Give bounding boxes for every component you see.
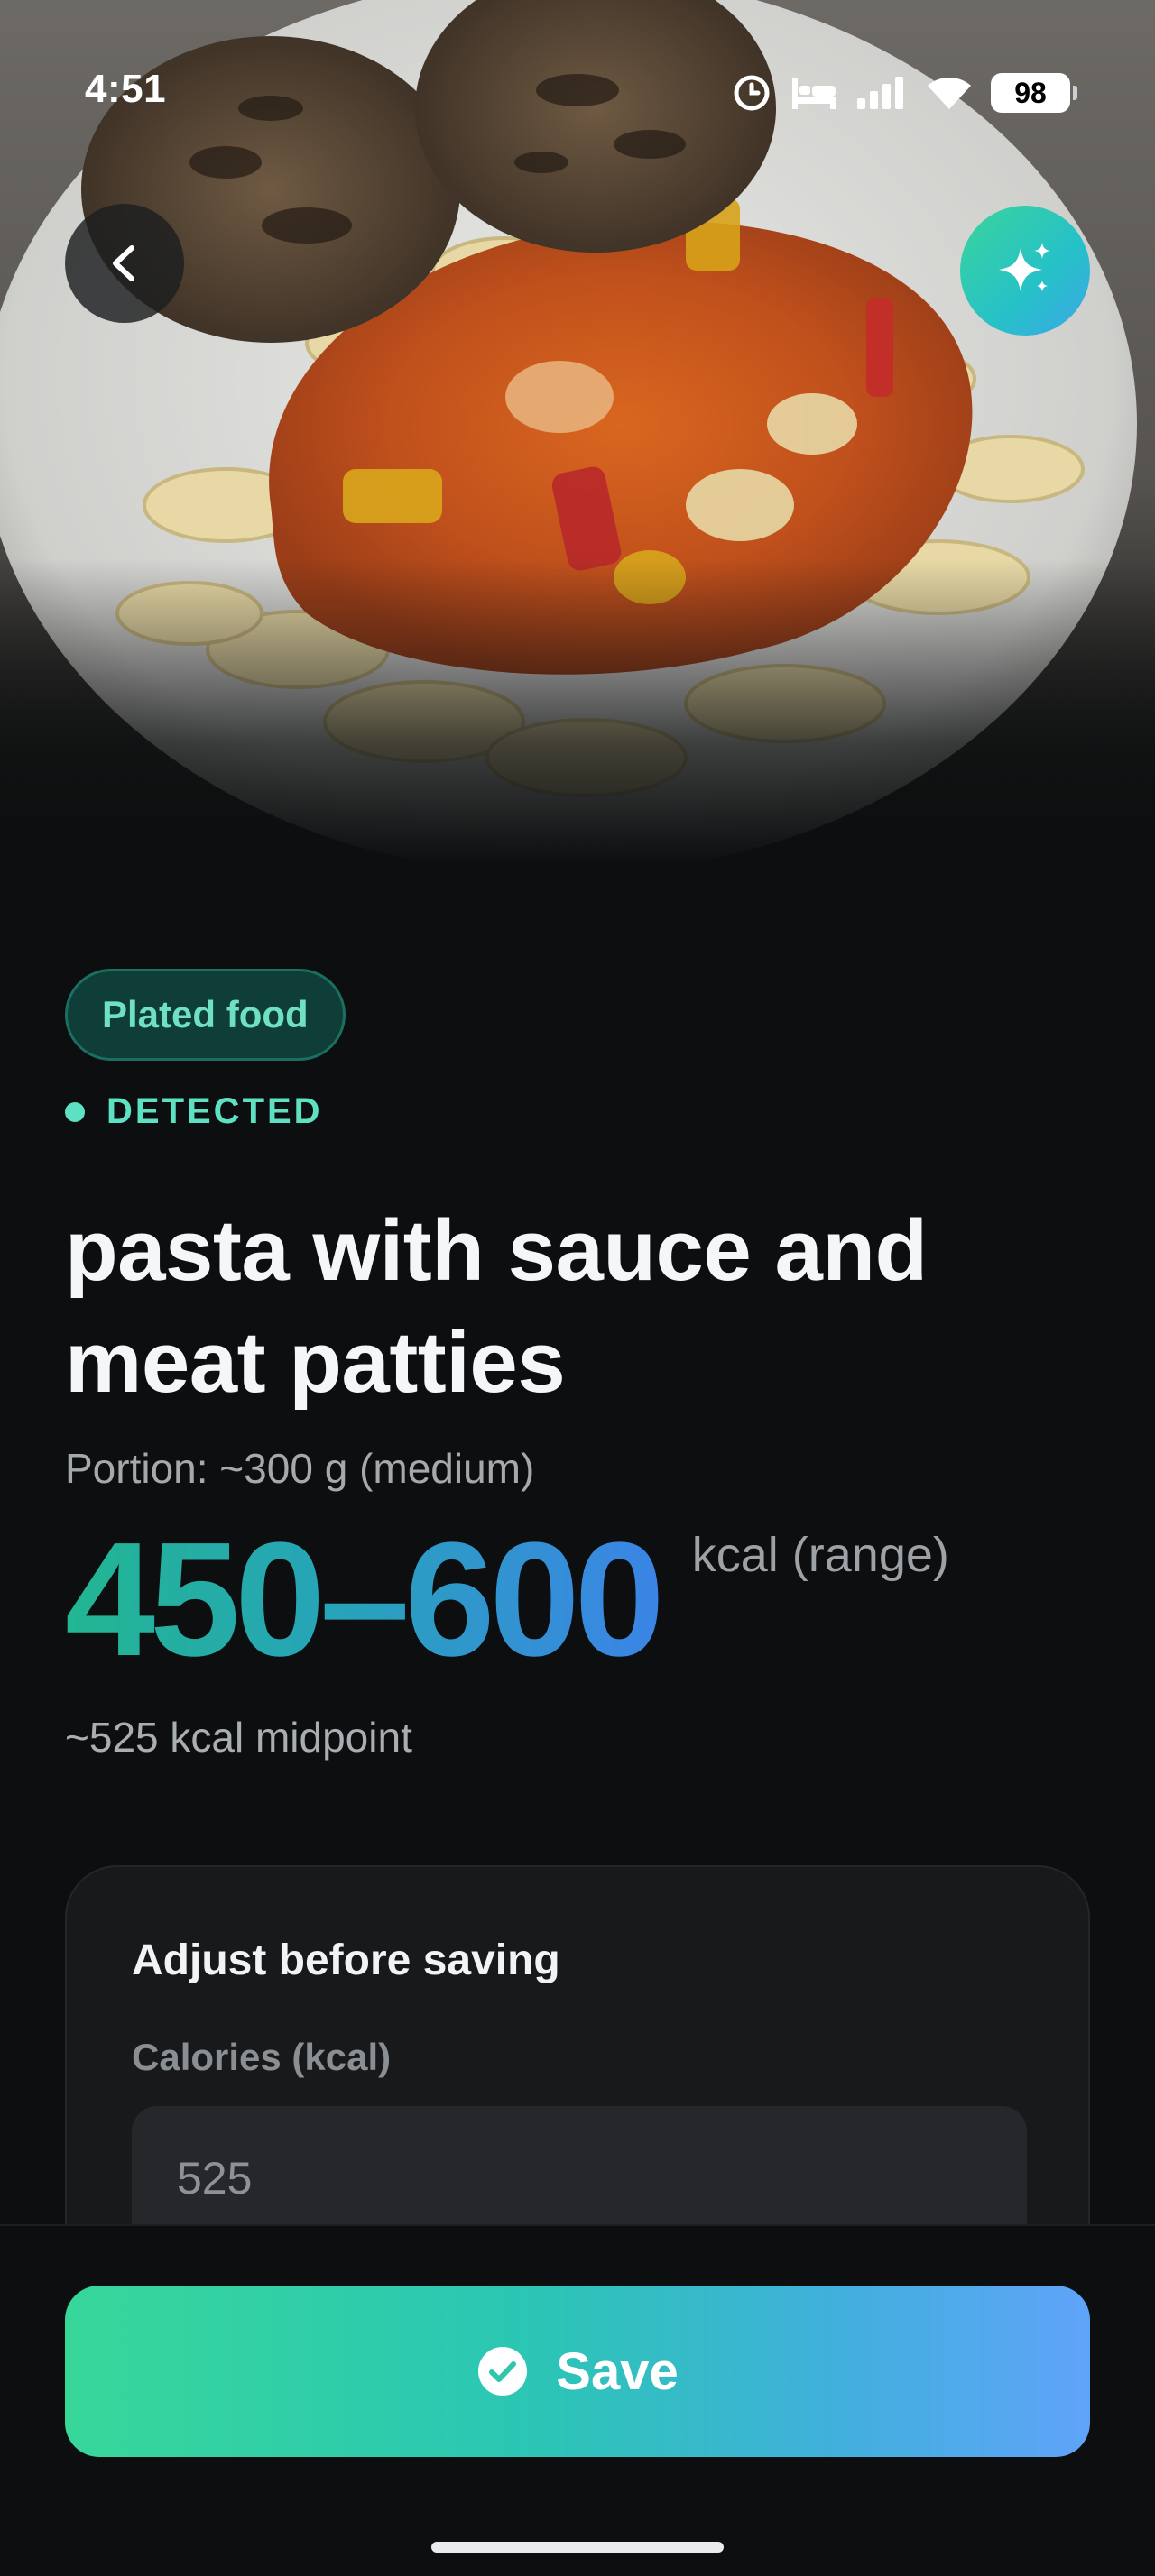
detected-dot-icon <box>65 1101 85 1122</box>
kcal-row: 450–600 kcal (range) <box>65 1509 1090 1690</box>
result-content: Plated food DETECTED pasta with sauce an… <box>65 969 1090 1762</box>
wifi-icon <box>928 78 971 109</box>
check-circle-icon <box>478 2347 528 2396</box>
kcal-unit: kcal (range) <box>691 1528 949 1582</box>
alarm-icon <box>734 75 770 111</box>
ai-analyze-button[interactable] <box>960 206 1090 336</box>
detected-text: DETECTED <box>106 1091 323 1131</box>
detected-label: DETECTED <box>65 1091 1090 1132</box>
status-bar: 4:51 98 <box>0 0 1155 180</box>
food-name: pasta with sauce and meat patties <box>65 1202 928 1411</box>
chevron-left-icon <box>113 245 134 281</box>
sleep-bed-icon <box>792 78 836 109</box>
status-time: 4:51 <box>85 67 167 111</box>
photo-fade <box>0 559 1155 866</box>
kcal-range: 450–600 <box>65 1509 665 1690</box>
calories-label: Calories (kcal) <box>132 2036 392 2078</box>
save-label: Save <box>556 2341 679 2401</box>
bottom-bar: Save <box>0 2224 1155 2576</box>
save-button[interactable]: Save <box>65 2286 1090 2457</box>
sparkles-icon <box>999 243 1050 291</box>
status-icons: 98 <box>731 69 1077 117</box>
home-indicator[interactable] <box>431 2542 724 2553</box>
back-button[interactable] <box>65 204 184 323</box>
adjust-title: Adjust before saving <box>132 1937 560 1984</box>
category-chip: Plated food <box>65 969 346 1061</box>
battery-icon: 98 <box>991 73 1077 113</box>
signal-icon <box>857 77 903 109</box>
portion-text: Portion: ~300 g (medium) <box>65 1445 535 1492</box>
kcal-midpoint: ~525 kcal midpoint <box>65 1714 412 1761</box>
